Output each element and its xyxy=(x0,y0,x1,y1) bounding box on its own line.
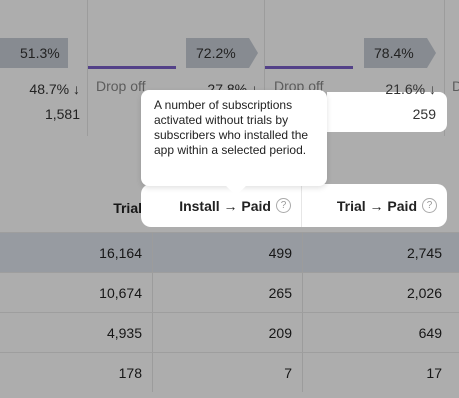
column-divider xyxy=(302,273,303,312)
column-header-trial[interactable]: Trial xyxy=(0,184,152,232)
table-cell: 4,935 xyxy=(106,325,142,341)
column-divider xyxy=(152,313,153,352)
conversion-tag: 51.3% xyxy=(0,38,68,68)
drop-off-count: 259 xyxy=(412,106,436,122)
column-header-install-paid[interactable]: Install → Paid ? xyxy=(141,184,301,227)
drop-off-count: 1,581 xyxy=(44,106,80,122)
table-row[interactable]: 4,935 209 649 xyxy=(0,312,459,352)
table-cell: 7 xyxy=(284,365,292,381)
table-cell: 17 xyxy=(426,365,442,381)
table-cell: 649 xyxy=(418,325,442,341)
drop-off-bar xyxy=(265,66,353,69)
table-row[interactable]: 178 7 17 xyxy=(0,352,459,392)
drop-off-value: 48.7% ↓ xyxy=(29,81,80,97)
drop-off-bar xyxy=(88,66,176,69)
tooltip-text: A number of subscriptions activated with… xyxy=(154,98,309,157)
help-icon[interactable]: ? xyxy=(276,198,291,213)
column-divider xyxy=(302,353,303,392)
help-tooltip: A number of subscriptions activated with… xyxy=(141,90,327,186)
column-divider xyxy=(302,233,303,272)
column-divider xyxy=(152,233,153,272)
table-cell: 499 xyxy=(268,245,292,261)
drop-off-label: Drop off xyxy=(96,78,146,94)
column-divider xyxy=(302,313,303,352)
column-header-trial-paid[interactable]: Trial → Paid ? xyxy=(301,184,447,227)
conversion-tag: 72.2% xyxy=(186,38,258,68)
table-row[interactable]: 16,164 499 2,745 xyxy=(0,232,459,272)
table-cell: 10,674 xyxy=(99,285,142,301)
drop-off-value: 21.6% ↓ xyxy=(385,81,436,97)
table-cell: 16,164 xyxy=(99,245,142,261)
table-cell: 2,745 xyxy=(406,245,442,261)
drop-off-label: D xyxy=(452,78,459,94)
table-cell: 265 xyxy=(268,285,292,301)
table-row[interactable]: 10,674 265 2,026 xyxy=(0,272,459,312)
table-cell: 209 xyxy=(268,325,292,341)
spotlight-highlight: Install → Paid ? Trial → Paid ? xyxy=(141,184,447,227)
conversion-tag: 78.4% xyxy=(364,38,436,68)
help-icon[interactable]: ? xyxy=(422,198,437,213)
column-divider xyxy=(152,273,153,312)
table-cell: 178 xyxy=(118,365,142,381)
column-divider xyxy=(152,353,153,392)
table-cell: 2,026 xyxy=(406,285,442,301)
